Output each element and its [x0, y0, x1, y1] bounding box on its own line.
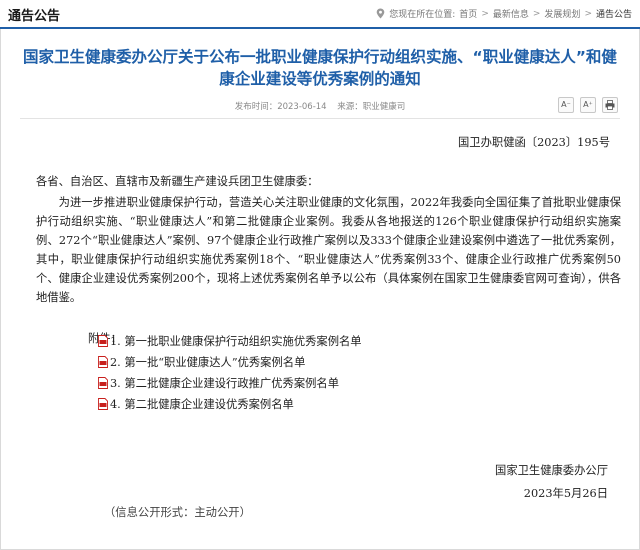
publish-date: 发布时间：2023-06-14 — [234, 102, 327, 112]
breadcrumb-separator: > — [532, 8, 541, 19]
attachments-list: 1. 第一批职业健康保护行动组织实施优秀案例名单 2. 第一批“职业健康达人”优… — [98, 330, 362, 414]
article-meta: 发布时间：2023-06-14 来源：职业健康司 — [0, 100, 640, 112]
attachment-link[interactable]: 2. 第一批“职业健康达人”优秀案例名单 — [110, 354, 305, 370]
signature-organization: 国家卫生健康委办公厅 — [495, 464, 608, 477]
breadcrumb-latest-info[interactable]: 最新信息 — [493, 7, 529, 20]
breadcrumb: 您现在所在位置: 首页 > 最新信息 > 发展规划 > 通告公告 — [376, 7, 632, 20]
breadcrumb-separator: > — [481, 8, 489, 19]
attachment-item[interactable]: 4. 第二批健康企业建设优秀案例名单 — [98, 393, 362, 414]
top-bar: 通告公告 您现在所在位置: 首页 > 最新信息 > 发展规划 > 通告公告 — [0, 0, 640, 29]
pdf-icon — [98, 334, 108, 347]
font-smaller-button[interactable]: A⁻ — [558, 97, 574, 113]
breadcrumb-current: 通告公告 — [595, 10, 632, 20]
article-source: 来源：职业健康司 — [337, 102, 406, 112]
breadcrumb-separator: > — [584, 8, 592, 19]
attachment-item[interactable]: 2. 第一批“职业健康达人”优秀案例名单 — [98, 351, 362, 372]
pdf-icon — [98, 397, 108, 410]
breadcrumb-home[interactable]: 首页 — [459, 7, 477, 20]
title-divider — [20, 118, 620, 119]
attachment-item[interactable]: 1. 第一批职业健康保护行动组织实施优秀案例名单 — [98, 330, 362, 351]
attachment-link[interactable]: 4. 第二批健康企业建设优秀案例名单 — [110, 396, 294, 412]
section-title: 通告公告 — [8, 9, 61, 24]
print-button[interactable] — [602, 97, 618, 113]
printer-icon — [605, 100, 615, 110]
breadcrumb-prefix: 您现在所在位置: — [389, 10, 456, 20]
document-number: 国卫办职健函〔2023〕195号 — [458, 136, 610, 149]
body-paragraph: 为进一步推进职业健康保护行动，营造关心关注职业健康的文化氛围，2022年我委向全… — [36, 196, 621, 304]
signature-date: 2023年5月26日 — [523, 487, 608, 500]
pdf-icon — [98, 355, 108, 368]
attachment-item[interactable]: 3. 第二批健康企业建设行政推广优秀案例名单 — [98, 372, 362, 393]
disclosure-form: （信息公开形式：主动公开） — [104, 506, 251, 519]
location-pin-icon — [376, 8, 385, 19]
article-tools: A⁻ A⁺ — [558, 97, 618, 113]
attachment-link[interactable]: 1. 第一批职业健康保护行动组织实施优秀案例名单 — [110, 333, 362, 349]
salutation: 各省、自治区、直辖市及新疆生产建设兵团卫生健康委： — [36, 175, 319, 188]
attachment-link[interactable]: 3. 第二批健康企业建设行政推广优秀案例名单 — [110, 375, 339, 391]
breadcrumb-development-planning[interactable]: 发展规划 — [544, 7, 580, 20]
article-title: 国家卫生健康委办公厅关于公布一批职业健康保护行动组织实施、“职业健康达人”和健康… — [23, 48, 617, 88]
font-larger-button[interactable]: A⁺ — [580, 97, 596, 113]
pdf-icon — [98, 376, 108, 389]
